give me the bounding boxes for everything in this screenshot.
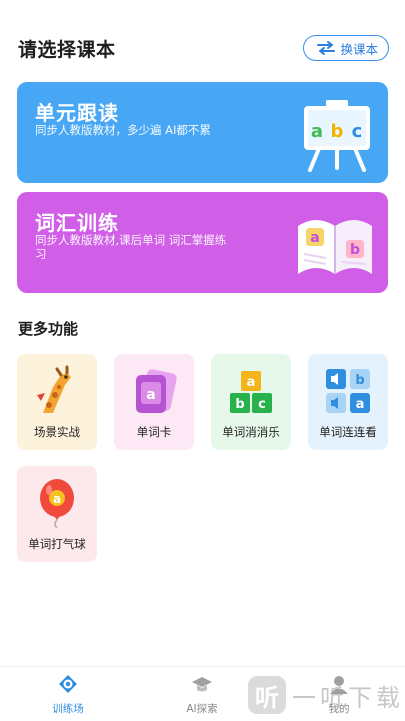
vocabulary-training-card[interactable]: 词汇训练 同步人教版教材,课后单词 词汇掌握练习 a b — [17, 192, 388, 293]
switch-textbook-button[interactable]: 换课本 — [303, 35, 389, 61]
balloon-letter: a — [53, 492, 61, 506]
swap-icon — [317, 41, 336, 55]
balloon-icon: a — [40, 479, 74, 529]
blocks-icon: a b c — [230, 371, 272, 413]
card-subtitle: 同步人教版教材，多少遍 AI都不累 — [35, 123, 211, 137]
feature-word-match3[interactable]: a b c 单词消消乐 — [211, 354, 291, 450]
watermark: 听 一听下载 — [248, 676, 404, 714]
feature-word-balloon[interactable]: a 单词打气球 — [17, 466, 97, 562]
card-subtitle: 同步人教版教材,课后单词 词汇掌握练习 — [35, 233, 227, 261]
block-letter-c: c — [258, 397, 266, 412]
open-book-icon: a b — [298, 220, 372, 274]
page-title: 请选择课本 — [18, 38, 116, 61]
target-icon — [59, 675, 77, 693]
feature-label: 单词打气球 — [28, 537, 86, 551]
grid-letter-a: a — [356, 397, 365, 412]
switch-textbook-label: 换课本 — [340, 41, 378, 57]
word-card-icon: a — [136, 369, 177, 413]
watermark-text: 一听下载 — [292, 683, 404, 712]
feature-word-card[interactable]: a 单词卡 — [114, 354, 194, 450]
match-grid-icon: b a — [326, 369, 370, 413]
nav-ai-explore[interactable]: AI探索 — [162, 673, 242, 716]
feature-label: 单词连连看 — [319, 425, 377, 439]
book-letter-a: a — [310, 230, 319, 246]
grid-letter-b: b — [355, 373, 364, 388]
more-features-heading: 更多功能 — [18, 320, 79, 338]
unit-read-along-card[interactable]: 单元跟读 同步人教版教材，多少遍 AI都不累 a b c — [17, 82, 388, 183]
easel-letter-a: a — [311, 121, 323, 142]
abc-easel-icon: a b c — [304, 100, 370, 172]
header: 请选择课本 换课本 — [18, 34, 389, 62]
feature-scene-practice[interactable]: 场景实战 — [17, 354, 97, 450]
easel-letter-c: c — [352, 121, 363, 142]
nav-label: 训练场 — [52, 703, 84, 715]
card-letter: a — [146, 387, 155, 403]
block-letter-a: a — [247, 375, 256, 390]
nav-label: AI探索 — [186, 703, 218, 715]
feature-label: 场景实战 — [34, 425, 80, 439]
easel-letter-b: b — [331, 121, 344, 142]
card-title: 单元跟读 — [35, 101, 119, 125]
graduation-cap-icon — [192, 677, 212, 692]
feature-label: 单词卡 — [136, 425, 172, 439]
feature-label: 单词消消乐 — [222, 425, 280, 439]
watermark-logo: 听 — [248, 676, 286, 714]
card-title: 词汇训练 — [35, 211, 119, 235]
block-letter-b: b — [235, 397, 244, 412]
giraffe-icon — [37, 365, 71, 413]
nav-training[interactable]: 训练场 — [28, 673, 108, 716]
book-letter-b: b — [350, 242, 360, 258]
feature-word-link[interactable]: b a 单词连连看 — [308, 354, 388, 450]
